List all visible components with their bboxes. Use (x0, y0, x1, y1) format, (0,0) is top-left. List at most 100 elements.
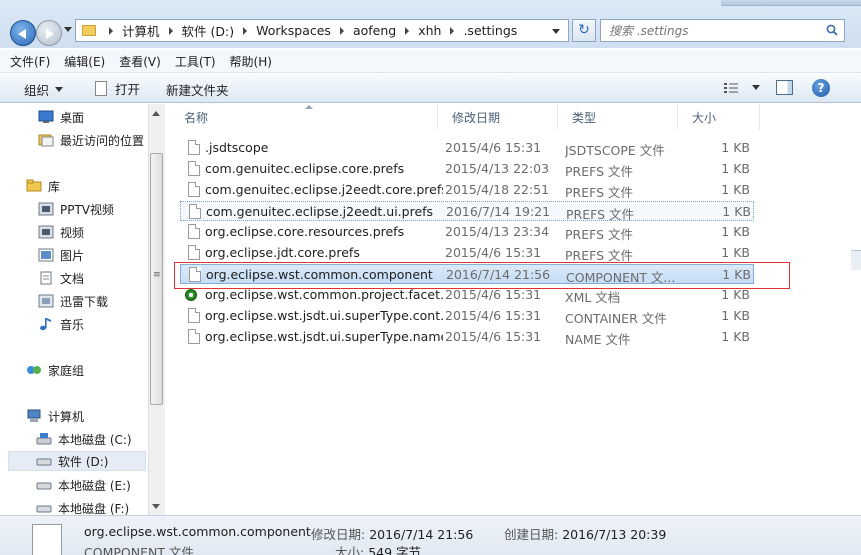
nav-item-pptv[interactable]: PPTV视频 (38, 199, 114, 219)
file-icon (188, 329, 200, 344)
breadcrumb-drive-d[interactable]: 软件 (D:) (182, 21, 235, 40)
scroll-grip-icon: ≡ (153, 270, 161, 280)
file-icon (95, 81, 107, 96)
annotation-highlight-box (174, 262, 790, 289)
nav-item-label: 本地磁盘 (E:) (58, 478, 131, 493)
nav-item-desktop[interactable]: 桌面 (38, 107, 84, 127)
nav-item-homegroup[interactable]: 家庭组 (26, 360, 84, 380)
details-size-value: 549 字节 (368, 545, 422, 555)
details-file-type: COMPONENT 文件 (84, 545, 194, 555)
file-size: 1 KB (721, 224, 750, 239)
file-type: XML 文档 (565, 290, 621, 305)
file-type: PREFS 文件 (565, 185, 633, 200)
scroll-up-icon[interactable] (152, 111, 160, 116)
file-row[interactable]: org.eclipse.wst.jsdt.ui.superType.cont..… (180, 306, 754, 326)
file-row[interactable]: com.genuitec.eclipse.core.prefs 2015/4/1… (180, 159, 754, 179)
menu-bar: 文件(F) 编辑(E) 查看(V) 工具(T) 帮助(H) (0, 50, 861, 73)
nav-item-drive-e[interactable]: 本地磁盘 (E:) (36, 475, 131, 495)
chevron-right-icon[interactable] (339, 26, 344, 35)
nav-item-label: 库 (48, 179, 61, 194)
nav-item-computer[interactable]: 计算机 (26, 406, 84, 426)
file-name: com.genuitec.eclipse.j2eedt.core.prefs (205, 182, 443, 197)
file-type: PREFS 文件 (566, 207, 634, 222)
breadcrumb-aofeng[interactable]: aofeng (353, 23, 396, 38)
breadcrumb-xhh[interactable]: xhh (418, 23, 441, 38)
refresh-button[interactable]: ↻ (572, 19, 596, 42)
file-icon (188, 182, 200, 197)
nav-item-pictures[interactable]: 图片 (38, 245, 84, 265)
details-created: 创建日期: 2016/7/13 20:39 (504, 524, 666, 543)
forward-button[interactable] (36, 20, 62, 46)
chevron-down-icon (55, 87, 64, 92)
file-date: 2015/4/6 15:31 (445, 308, 542, 323)
file-row[interactable]: org.eclipse.core.resources.prefs 2015/4/… (180, 222, 754, 242)
file-icon (188, 224, 200, 239)
menu-view[interactable]: 查看(V) (119, 53, 161, 70)
view-options-icon[interactable] (724, 82, 738, 94)
file-icon (188, 161, 200, 176)
nav-item-label: 本地磁盘 (F:) (58, 501, 130, 516)
chevron-right-icon[interactable] (405, 26, 410, 35)
navigation-pane: 桌面 最近访问的位置 库 PPTV视频 视频 图片 文档 迅雷下载 音乐 家庭组… (0, 104, 165, 516)
file-row[interactable]: org.eclipse.jdt.core.prefs 2015/4/6 15:3… (180, 243, 754, 263)
search-input[interactable] (601, 20, 811, 41)
file-size: 1 KB (722, 204, 751, 219)
scroll-down-icon[interactable] (152, 504, 160, 509)
file-type: NAME 文件 (565, 332, 631, 347)
column-header-date[interactable]: 修改日期 (438, 104, 558, 130)
organize-button[interactable]: 组织 (24, 80, 64, 99)
file-row[interactable]: com.genuitec.eclipse.j2eedt.ui.prefs 201… (180, 201, 754, 222)
file-row[interactable]: com.genuitec.eclipse.j2eedt.core.prefs 2… (180, 180, 754, 200)
nav-item-label: 家庭组 (48, 363, 85, 378)
breadcrumb-computer[interactable]: 计算机 (122, 21, 160, 40)
file-type: PREFS 文件 (565, 164, 633, 179)
file-size: 1 KB (721, 287, 750, 302)
open-button[interactable]: 打开 (95, 79, 140, 98)
nav-item-drive-c[interactable]: 本地磁盘 (C:) (36, 429, 132, 449)
menu-file[interactable]: 文件(F) (10, 53, 50, 70)
new-folder-button[interactable]: 新建文件夹 (166, 80, 229, 99)
recent-pages-dropdown-icon[interactable] (64, 27, 72, 32)
chevron-right-icon[interactable] (450, 26, 455, 35)
file-row[interactable]: org.eclipse.wst.jsdt.ui.superType.name 2… (180, 327, 754, 347)
breadcrumb-workspaces[interactable]: Workspaces (256, 23, 331, 38)
menu-help[interactable]: 帮助(H) (230, 53, 272, 70)
file-name: org.eclipse.core.resources.prefs (205, 224, 405, 239)
nav-item-label: PPTV视频 (60, 202, 115, 217)
column-header-name[interactable]: 名称 (170, 104, 438, 130)
details-size: 大小: 549 字节 (335, 542, 421, 555)
address-history-dropdown-icon[interactable] (552, 29, 560, 34)
window-edge (721, 0, 861, 6)
nav-item-drive-d[interactable]: 软件 (D:) (8, 451, 146, 471)
details-pane: org.eclipse.wst.common.component COMPONE… (0, 515, 861, 555)
menu-edit[interactable]: 编辑(E) (64, 53, 105, 70)
column-header-type[interactable]: 类型 (558, 104, 678, 130)
breadcrumb-settings[interactable]: .settings (463, 23, 517, 38)
nav-item-videos[interactable]: 视频 (38, 222, 84, 242)
file-row[interactable]: .jsdtscope 2015/4/6 15:31 JSDTSCOPE 文件 1… (180, 138, 754, 158)
chevron-right-icon[interactable] (168, 26, 173, 35)
nav-item-libraries[interactable]: 库 (26, 176, 60, 196)
address-bar[interactable]: 计算机 软件 (D:) Workspaces aofeng xhh .setti… (75, 19, 569, 42)
chevron-right-icon[interactable] (243, 26, 248, 35)
file-date: 2015/4/6 15:31 (445, 329, 542, 344)
chevron-right-icon[interactable] (109, 26, 113, 35)
menu-tools[interactable]: 工具(T) (175, 53, 216, 70)
library-icon (26, 179, 42, 192)
help-icon[interactable]: ? (812, 79, 830, 97)
command-bar: 组织 打开 新建文件夹 ? (0, 74, 861, 103)
back-button[interactable] (10, 20, 36, 46)
file-size: 1 KB (721, 161, 750, 176)
file-date: 2015/4/6 15:31 (445, 287, 542, 302)
nav-item-recent[interactable]: 最近访问的位置 (38, 130, 144, 150)
nav-item-label: 音乐 (60, 317, 85, 332)
file-name: org.eclipse.wst.common.project.facet... (205, 287, 443, 302)
nav-item-music[interactable]: 音乐 (38, 314, 84, 334)
preview-pane-icon[interactable] (776, 80, 793, 95)
column-header-size[interactable]: 大小 (678, 104, 760, 130)
search-box[interactable] (600, 19, 845, 42)
view-options-dropdown-icon[interactable] (752, 85, 760, 90)
search-icon[interactable] (826, 24, 838, 36)
nav-item-documents[interactable]: 文档 (38, 268, 84, 288)
nav-item-thunder[interactable]: 迅雷下载 (38, 291, 108, 311)
